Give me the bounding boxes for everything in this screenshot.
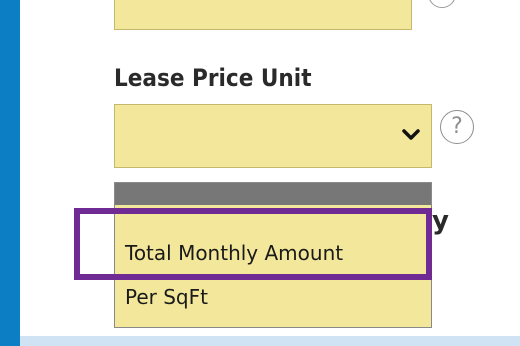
lease-price-unit-select[interactable] [114, 104, 432, 168]
previous-field-input[interactable] [114, 0, 412, 30]
obscured-label-fragment: y [432, 206, 449, 236]
highlight-box [74, 208, 432, 280]
chevron-down-icon [402, 129, 420, 140]
option-per-sqft[interactable]: Per SqFt [125, 285, 208, 309]
question-circle-icon[interactable]: ? [440, 110, 474, 144]
bottom-band [20, 336, 520, 346]
form-panel: Lease Price Unit ? y Total Monthly Amoun… [20, 0, 520, 346]
lease-price-unit-label: Lease Price Unit [114, 64, 312, 92]
previous-field-help-icon[interactable] [428, 0, 456, 8]
dropdown-blank-option[interactable] [115, 183, 431, 205]
